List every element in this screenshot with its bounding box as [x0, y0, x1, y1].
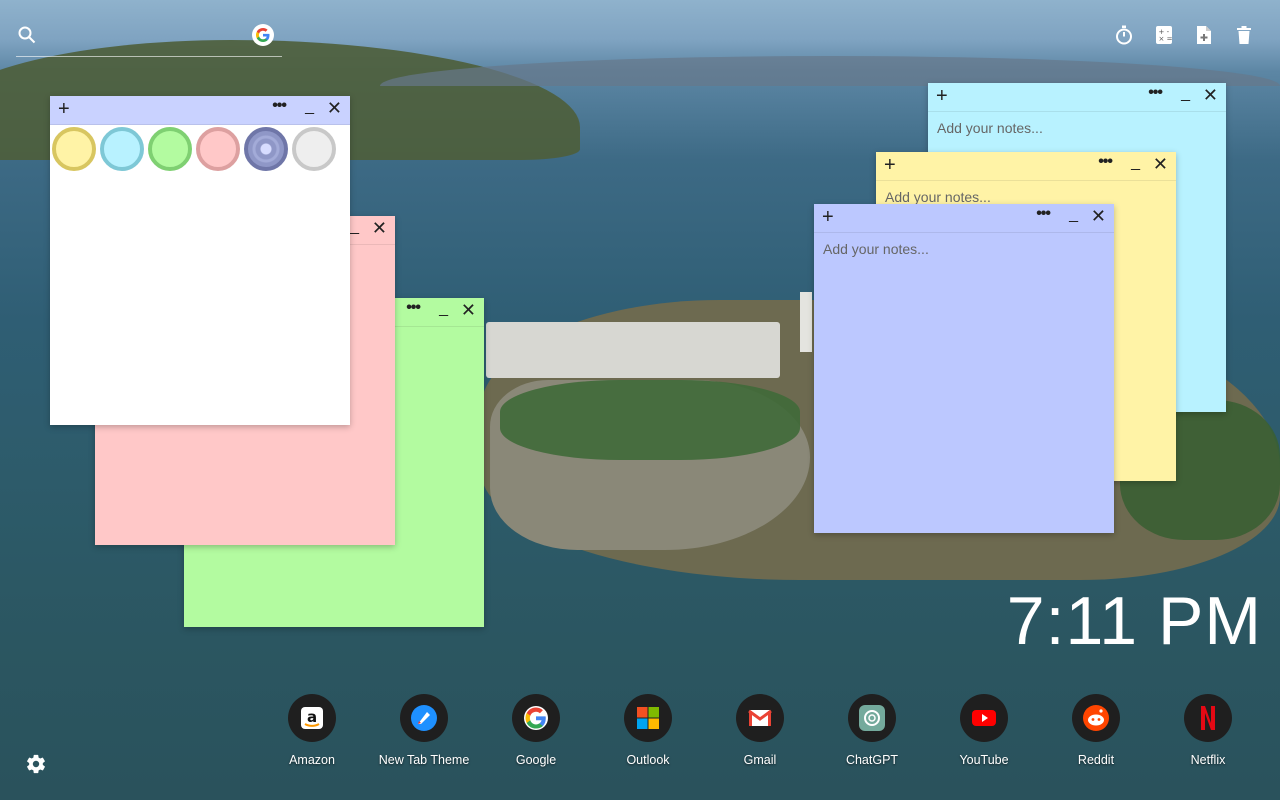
- dock-app-new-tab-theme[interactable]: New Tab Theme: [368, 694, 480, 767]
- dock-app-outlook[interactable]: Outlook: [592, 694, 704, 767]
- color-swatch-pink[interactable]: [196, 127, 240, 171]
- color-swatch-cyan[interactable]: [100, 127, 144, 171]
- note-add-button[interactable]: +: [822, 207, 834, 227]
- dock-app-label: Netflix: [1190, 753, 1226, 767]
- note-minimize-button[interactable]: _: [1131, 154, 1140, 172]
- dock-app-label: Google: [515, 753, 557, 767]
- gmail-icon[interactable]: [736, 694, 784, 742]
- note-minimize-button[interactable]: _: [350, 218, 359, 236]
- dock-app-label: Reddit: [1077, 753, 1115, 767]
- note-close-button[interactable]: ✕: [1091, 207, 1106, 225]
- dock-app-label: Outlook: [626, 753, 670, 767]
- note-more-button[interactable]: •••: [272, 97, 287, 115]
- youtube-icon[interactable]: [960, 694, 1008, 742]
- dock-app-reddit[interactable]: Reddit: [1040, 694, 1152, 767]
- note-add-button[interactable]: +: [58, 99, 70, 119]
- google-icon[interactable]: [512, 694, 560, 742]
- color-swatch-yellow[interactable]: [52, 127, 96, 171]
- dock-app-chatgpt[interactable]: ChatGPT: [816, 694, 928, 767]
- outlook-icon[interactable]: [624, 694, 672, 742]
- note-minimize-button[interactable]: _: [1069, 206, 1078, 224]
- dock-app-label: Amazon: [289, 753, 335, 767]
- new-note-icon[interactable]: [1194, 24, 1214, 46]
- search-bar[interactable]: [16, 22, 282, 57]
- netflix-icon[interactable]: [1184, 694, 1232, 742]
- note-color-picker[interactable]: + ••• _ ✕: [50, 96, 350, 425]
- note-close-button[interactable]: ✕: [1203, 86, 1218, 104]
- note-close-button[interactable]: ✕: [327, 99, 342, 117]
- note-more-button[interactable]: •••: [406, 299, 421, 317]
- note-text-area[interactable]: Add your notes...: [814, 233, 1114, 265]
- note-close-button[interactable]: ✕: [461, 301, 476, 319]
- note-minimize-button[interactable]: _: [1181, 85, 1190, 103]
- dock-app-gmail[interactable]: Gmail: [704, 694, 816, 767]
- dock-app-netflix[interactable]: Netflix: [1152, 694, 1264, 767]
- color-swatch-green[interactable]: [148, 127, 192, 171]
- note-add-button[interactable]: +: [936, 86, 948, 106]
- note-minimize-button[interactable]: _: [305, 98, 314, 116]
- search-icon[interactable]: [18, 26, 36, 44]
- svg-text:a: a: [307, 708, 317, 726]
- note-text-area[interactable]: Add your notes...: [928, 112, 1226, 144]
- note-more-button[interactable]: •••: [1036, 205, 1051, 223]
- google-icon[interactable]: [252, 24, 274, 46]
- dock-app-google[interactable]: Google: [480, 694, 592, 767]
- timer-icon[interactable]: [1114, 24, 1134, 46]
- note-blue[interactable]: + ••• _ ✕ Add your notes...: [814, 204, 1114, 533]
- amazon-icon[interactable]: a: [288, 694, 336, 742]
- note-more-button[interactable]: •••: [1098, 153, 1113, 171]
- dock-app-label: YouTube: [959, 753, 1009, 767]
- clock: 7:11 PM: [1006, 583, 1262, 659]
- note-minimize-button[interactable]: _: [439, 300, 448, 318]
- app-dock: a Amazon New Tab Theme Google Outlook Gmail Ch…: [256, 694, 1264, 767]
- color-palette: [50, 125, 350, 173]
- calculator-icon[interactable]: + - × =: [1154, 24, 1174, 46]
- dock-app-youtube[interactable]: YouTube: [928, 694, 1040, 767]
- dock-app-label: Gmail: [743, 753, 777, 767]
- svg-text:× =: × =: [1159, 35, 1173, 43]
- dock-app-label: ChatGPT: [845, 753, 899, 767]
- color-swatch-blue[interactable]: [244, 127, 288, 171]
- note-more-button[interactable]: •••: [1148, 84, 1163, 102]
- new-tab-theme-icon[interactable]: [400, 694, 448, 742]
- dock-app-amazon[interactable]: a Amazon: [256, 694, 368, 767]
- gear-icon[interactable]: [25, 753, 47, 775]
- color-swatch-gray[interactable]: [292, 127, 336, 171]
- note-add-button[interactable]: +: [884, 155, 896, 175]
- top-toolbar: + - × =: [1114, 24, 1254, 46]
- reddit-icon[interactable]: [1072, 694, 1120, 742]
- chatgpt-icon[interactable]: [848, 694, 896, 742]
- note-close-button[interactable]: ✕: [372, 219, 387, 237]
- trash-icon[interactable]: [1234, 24, 1254, 46]
- note-close-button[interactable]: ✕: [1153, 155, 1168, 173]
- dock-app-label: New Tab Theme: [378, 753, 470, 767]
